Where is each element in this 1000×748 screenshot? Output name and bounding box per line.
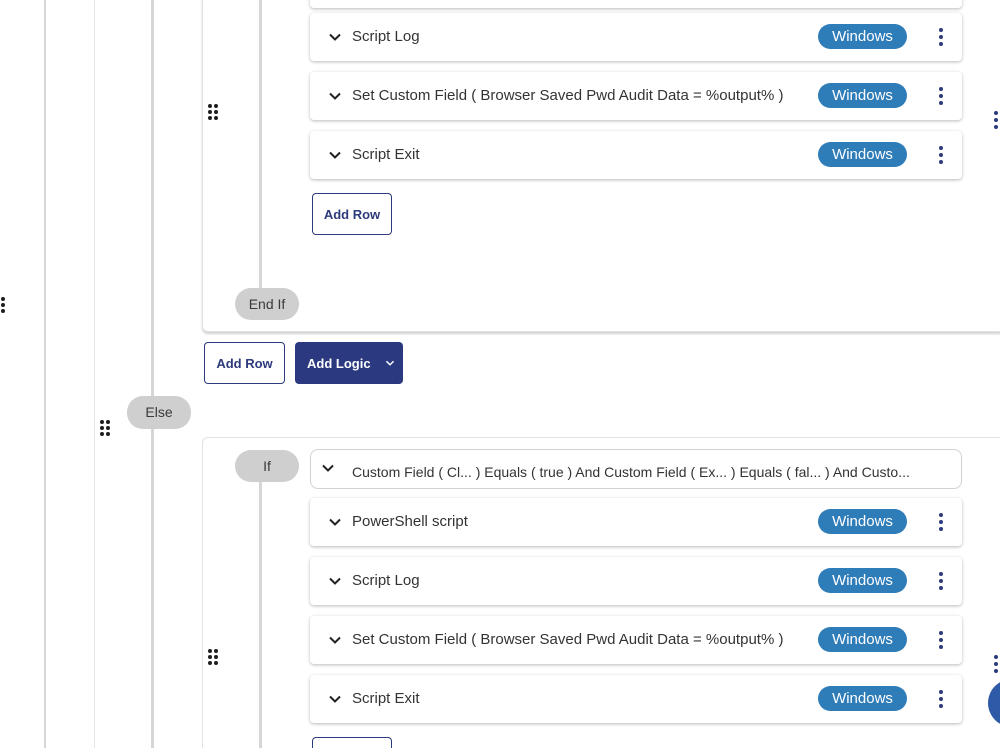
drag-handle-icon[interactable] [0,297,5,313]
add-row-button[interactable]: Add Row [312,193,392,235]
drag-handle-icon[interactable] [208,649,218,665]
add-logic-button[interactable]: Add Logic [295,342,403,384]
chevron-down-icon[interactable] [328,692,342,706]
step-row[interactable]: Set Custom Field ( Browser Saved Pwd Aud… [310,72,962,120]
add-row-button[interactable]: Add Row [204,342,285,384]
nesting-line-inner [151,0,154,748]
drag-handle-icon[interactable] [100,420,110,436]
if-condition-box[interactable]: Custom Field ( Cl... ) Equals ( true ) A… [310,449,962,489]
kebab-menu-icon[interactable] [932,145,950,165]
step-row[interactable]: Script Log Windows [310,13,962,61]
os-badge: Windows [818,686,907,711]
block-kebab-menu-icon[interactable] [987,654,1000,674]
step-row[interactable]: Script Exit Windows [310,675,962,723]
add-row-button-partial[interactable] [312,737,392,748]
step-row[interactable]: Script Log Windows [310,557,962,605]
script-builder-canvas: Script Log Windows Set Custom Field ( Br… [0,0,1000,748]
chevron-down-icon[interactable] [328,148,342,162]
chevron-down-icon[interactable] [328,633,342,647]
chevron-down-icon[interactable] [328,30,342,44]
os-badge: Windows [818,509,907,534]
kebab-menu-icon[interactable] [932,27,950,47]
step-row[interactable]: PowerShell script Windows [310,498,962,546]
step-label: Script Exit [352,690,420,707]
kebab-menu-icon[interactable] [932,689,950,709]
step-label: Script Exit [352,146,420,163]
chevron-down-icon[interactable] [328,515,342,529]
if-block-line-upper [259,0,262,292]
kebab-menu-icon[interactable] [932,571,950,591]
step-label: Script Log [352,572,420,589]
os-badge: Windows [818,24,907,49]
step-label: Set Custom Field ( Browser Saved Pwd Aud… [352,87,784,104]
if-tag: If [235,450,299,482]
os-badge: Windows [818,83,907,108]
os-badge: Windows [818,568,907,593]
nesting-line-middle [94,0,95,748]
end-if-tag: End If [235,288,299,320]
kebab-menu-icon[interactable] [932,86,950,106]
condition-text: Custom Field ( Cl... ) Equals ( true ) A… [352,464,910,480]
step-row-partial [310,0,962,8]
chevron-down-icon[interactable] [328,89,342,103]
step-row[interactable]: Set Custom Field ( Browser Saved Pwd Aud… [310,616,962,664]
else-tag: Else [127,396,191,429]
os-badge: Windows [818,627,907,652]
chevron-down-icon[interactable] [328,574,342,588]
step-label: PowerShell script [352,513,468,530]
step-row[interactable]: Script Exit Windows [310,131,962,179]
chevron-down-icon[interactable] [321,461,335,475]
kebab-menu-icon[interactable] [932,630,950,650]
add-logic-label: Add Logic [307,355,371,371]
block-kebab-menu-icon[interactable] [987,110,1000,130]
chevron-down-icon [385,360,394,366]
kebab-menu-icon[interactable] [932,512,950,532]
step-label: Set Custom Field ( Browser Saved Pwd Aud… [352,631,784,648]
drag-handle-icon[interactable] [208,104,218,120]
step-label: Script Log [352,28,420,45]
if-block-line-lower [259,480,262,748]
os-badge: Windows [818,142,907,167]
nesting-line-outer [44,0,46,748]
